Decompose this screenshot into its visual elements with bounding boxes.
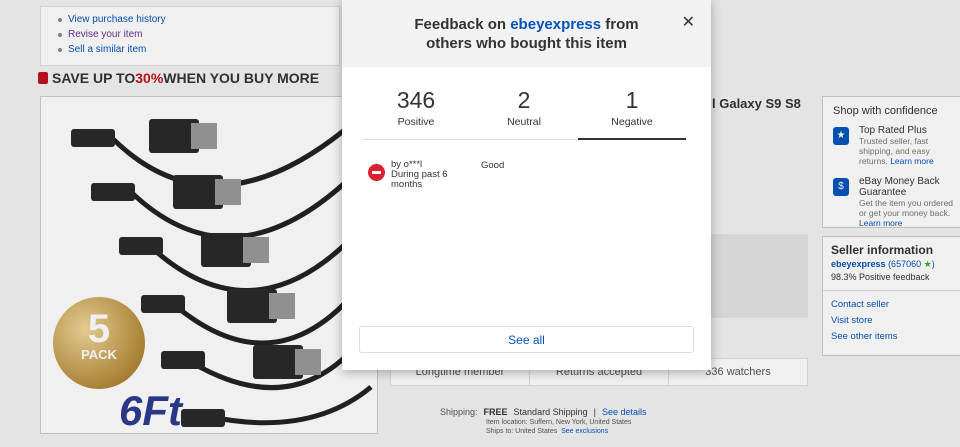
title-suffix: from [601,15,639,33]
seller-name-link[interactable]: ebeyexpress [510,16,601,33]
positive-count: 346 [396,87,436,113]
title-prefix: Feedback on [414,15,511,33]
positive-label: Positive [397,116,435,128]
negative-feedback-icon [368,164,385,181]
feedback-author: by o***l During past 6 months [391,160,479,190]
feedback-period: During past 6 months [391,169,448,190]
feedback-comment: Good [481,160,505,171]
negative-label: Negative [611,116,653,128]
feedback-entry: by o***l During past 6 months Good [368,160,688,190]
feedback-tabs: 346 Positive 2 Neutral 1 Negative [362,86,686,140]
negative-count: 1 [625,87,639,113]
close-icon[interactable]: ✕ [682,12,695,32]
see-all-button[interactable]: See all [359,326,694,353]
tab-neutral[interactable]: 2 Neutral [470,86,578,139]
neutral-label: Neutral [507,116,541,128]
modal-header: Feedback on ebeyexpress from others who … [342,0,711,67]
modal-title: Feedback on ebeyexpress from others who … [414,15,638,53]
neutral-count: 2 [517,87,531,113]
tab-negative[interactable]: 1 Negative [578,86,686,140]
tab-positive[interactable]: 346 Positive [362,86,470,139]
title-line2: others who bought this item [426,34,627,52]
feedback-modal: Feedback on ebeyexpress from others who … [342,0,711,370]
